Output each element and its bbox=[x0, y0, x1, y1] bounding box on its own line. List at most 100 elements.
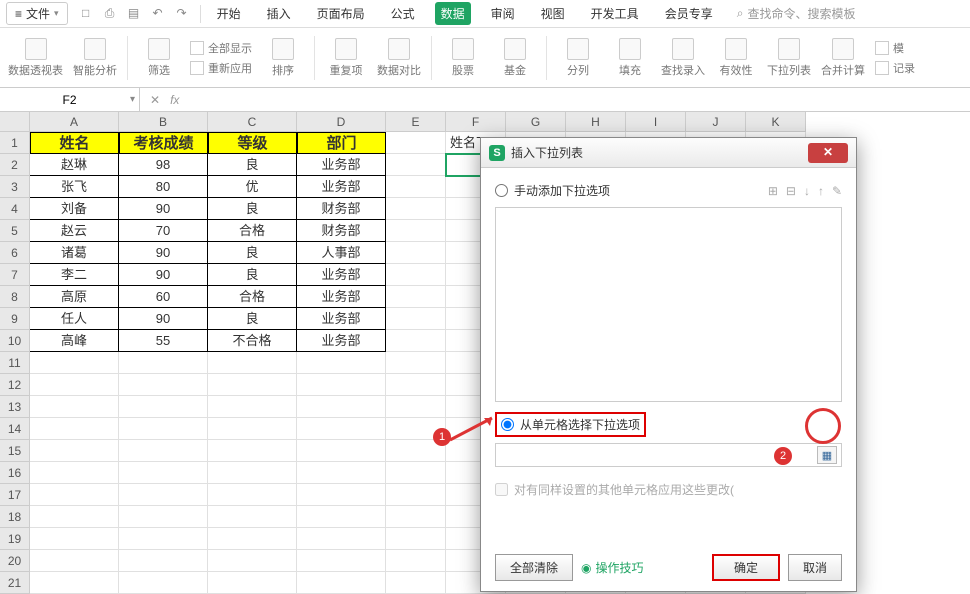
cell[interactable] bbox=[297, 550, 386, 572]
manual-option-row[interactable]: 手动添加下拉选项 ⊞ ⊟ ↓ ↑ ✎ bbox=[495, 178, 842, 203]
cell[interactable] bbox=[30, 462, 119, 484]
cell[interactable]: 财务部 bbox=[297, 220, 386, 242]
filter-button[interactable]: 筛选 bbox=[138, 38, 180, 78]
cell[interactable]: 赵云 bbox=[30, 220, 119, 242]
tab-start[interactable]: 开始 bbox=[211, 2, 247, 25]
cell[interactable] bbox=[386, 330, 446, 352]
cell[interactable] bbox=[119, 572, 208, 594]
row-header[interactable]: 3 bbox=[0, 176, 30, 198]
tab-member[interactable]: 会员专享 bbox=[659, 2, 719, 25]
row-header[interactable]: 12 bbox=[0, 374, 30, 396]
cell[interactable] bbox=[208, 462, 297, 484]
cell[interactable] bbox=[386, 396, 446, 418]
cell[interactable] bbox=[386, 374, 446, 396]
cell[interactable] bbox=[297, 484, 386, 506]
row-header[interactable]: 9 bbox=[0, 308, 30, 330]
duplicates-button[interactable]: 重复项 bbox=[325, 38, 367, 78]
cell[interactable] bbox=[386, 308, 446, 330]
cell[interactable] bbox=[297, 506, 386, 528]
stock-button[interactable]: 股票 bbox=[442, 38, 484, 78]
close-button[interactable]: ✕ bbox=[808, 143, 848, 163]
cell[interactable]: 业务部 bbox=[297, 308, 386, 330]
cell[interactable]: 合格 bbox=[208, 220, 297, 242]
cell[interactable] bbox=[208, 506, 297, 528]
cell[interactable]: 良 bbox=[208, 242, 297, 264]
cell[interactable] bbox=[297, 374, 386, 396]
col-header[interactable]: C bbox=[208, 112, 297, 132]
cell[interactable]: 90 bbox=[119, 308, 208, 330]
cell[interactable] bbox=[386, 242, 446, 264]
cell[interactable] bbox=[297, 440, 386, 462]
cell[interactable] bbox=[208, 418, 297, 440]
name-box[interactable]: ▾ bbox=[0, 88, 140, 111]
cell[interactable]: 高峰 bbox=[30, 330, 119, 352]
preview-icon[interactable]: ▤ bbox=[126, 6, 142, 21]
cell[interactable] bbox=[386, 528, 446, 550]
cell[interactable] bbox=[297, 462, 386, 484]
row-header[interactable]: 20 bbox=[0, 550, 30, 572]
cell[interactable] bbox=[297, 396, 386, 418]
cell[interactable] bbox=[386, 484, 446, 506]
row-header[interactable]: 21 bbox=[0, 572, 30, 594]
cell[interactable] bbox=[208, 550, 297, 572]
cell[interactable]: 98 bbox=[119, 154, 208, 176]
row-header[interactable]: 6 bbox=[0, 242, 30, 264]
col-header[interactable]: J bbox=[686, 112, 746, 132]
cell[interactable]: 良 bbox=[208, 154, 297, 176]
cell[interactable] bbox=[119, 484, 208, 506]
cell[interactable]: 李二 bbox=[30, 264, 119, 286]
cell[interactable]: 高原 bbox=[30, 286, 119, 308]
cell[interactable] bbox=[297, 572, 386, 594]
col-header[interactable]: E bbox=[386, 112, 446, 132]
col-header[interactable]: G bbox=[506, 112, 566, 132]
cell[interactable] bbox=[386, 286, 446, 308]
cell[interactable]: 不合格 bbox=[208, 330, 297, 352]
col-header[interactable]: A bbox=[30, 112, 119, 132]
cell[interactable] bbox=[297, 352, 386, 374]
options-listbox[interactable] bbox=[495, 207, 842, 402]
cell[interactable] bbox=[386, 550, 446, 572]
tips-link[interactable]: ◉ 操作技巧 bbox=[581, 559, 644, 576]
tab-formula[interactable]: 公式 bbox=[385, 2, 421, 25]
row-header[interactable]: 5 bbox=[0, 220, 30, 242]
cell[interactable] bbox=[386, 352, 446, 374]
col-header[interactable]: D bbox=[297, 112, 386, 132]
name-box-input[interactable] bbox=[0, 93, 139, 107]
cell[interactable] bbox=[30, 572, 119, 594]
cell[interactable]: 张飞 bbox=[30, 176, 119, 198]
cell[interactable]: 业务部 bbox=[297, 330, 386, 352]
cell[interactable] bbox=[386, 462, 446, 484]
cell[interactable]: 90 bbox=[119, 198, 208, 220]
select-all-corner[interactable] bbox=[0, 112, 30, 132]
col-header[interactable]: H bbox=[566, 112, 626, 132]
cell[interactable]: 人事部 bbox=[297, 242, 386, 264]
cell[interactable] bbox=[30, 418, 119, 440]
search-box[interactable]: ⌕ 查找命令、搜索模板 bbox=[737, 5, 856, 22]
cell[interactable] bbox=[386, 506, 446, 528]
tab-insert[interactable]: 插入 bbox=[261, 2, 297, 25]
consolidate-button[interactable]: 合并计算 bbox=[821, 38, 865, 78]
cell[interactable] bbox=[119, 506, 208, 528]
cell[interactable]: 良 bbox=[208, 308, 297, 330]
down-icon[interactable]: ↓ bbox=[804, 184, 810, 198]
cell[interactable] bbox=[208, 440, 297, 462]
sim-button[interactable]: 模 bbox=[875, 40, 915, 56]
cell[interactable]: 部门 bbox=[297, 132, 386, 154]
cell[interactable] bbox=[30, 506, 119, 528]
manual-radio[interactable] bbox=[495, 184, 508, 197]
range-picker-button[interactable]: ▦ bbox=[817, 446, 837, 464]
cell[interactable] bbox=[208, 374, 297, 396]
cell[interactable] bbox=[386, 176, 446, 198]
cell[interactable]: 业务部 bbox=[297, 264, 386, 286]
col-header[interactable]: K bbox=[746, 112, 806, 132]
cell[interactable]: 任人 bbox=[30, 308, 119, 330]
cell[interactable]: 90 bbox=[119, 264, 208, 286]
row-header[interactable]: 8 bbox=[0, 286, 30, 308]
col-header[interactable]: F bbox=[446, 112, 506, 132]
cell[interactable]: 良 bbox=[208, 198, 297, 220]
tab-review[interactable]: 审阅 bbox=[485, 2, 521, 25]
compare-button[interactable]: 数据对比 bbox=[377, 38, 421, 78]
reapply-button[interactable]: 重新应用 bbox=[190, 60, 252, 76]
cell[interactable]: 考核成绩 bbox=[119, 132, 208, 154]
cell-source-radio[interactable] bbox=[501, 418, 514, 431]
